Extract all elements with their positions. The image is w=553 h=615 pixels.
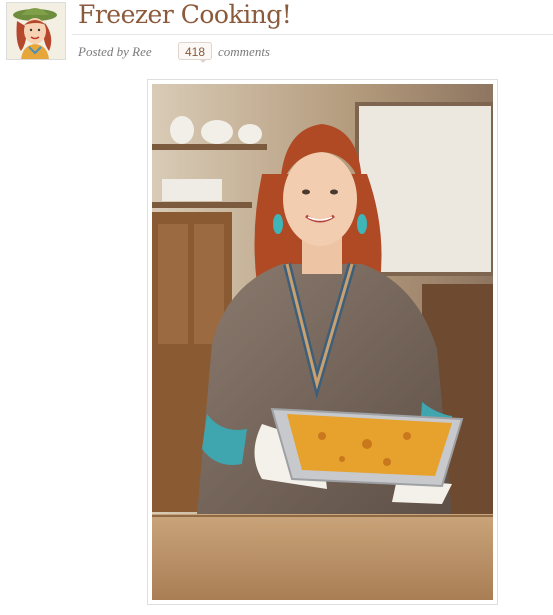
title-divider xyxy=(72,34,553,35)
cowgirl-avatar-icon xyxy=(7,3,65,59)
comment-badge-tail xyxy=(199,59,207,63)
woman-holding-casserole-photo xyxy=(152,84,493,600)
comments-link[interactable]: comments xyxy=(218,44,270,60)
author-avatar[interactable] xyxy=(6,2,66,60)
post-title[interactable]: Freezer Cooking! xyxy=(78,0,292,29)
comment-count-badge[interactable]: 418 xyxy=(178,42,212,60)
post-author-line: Posted by Ree xyxy=(78,44,152,59)
post-photo xyxy=(147,79,498,605)
